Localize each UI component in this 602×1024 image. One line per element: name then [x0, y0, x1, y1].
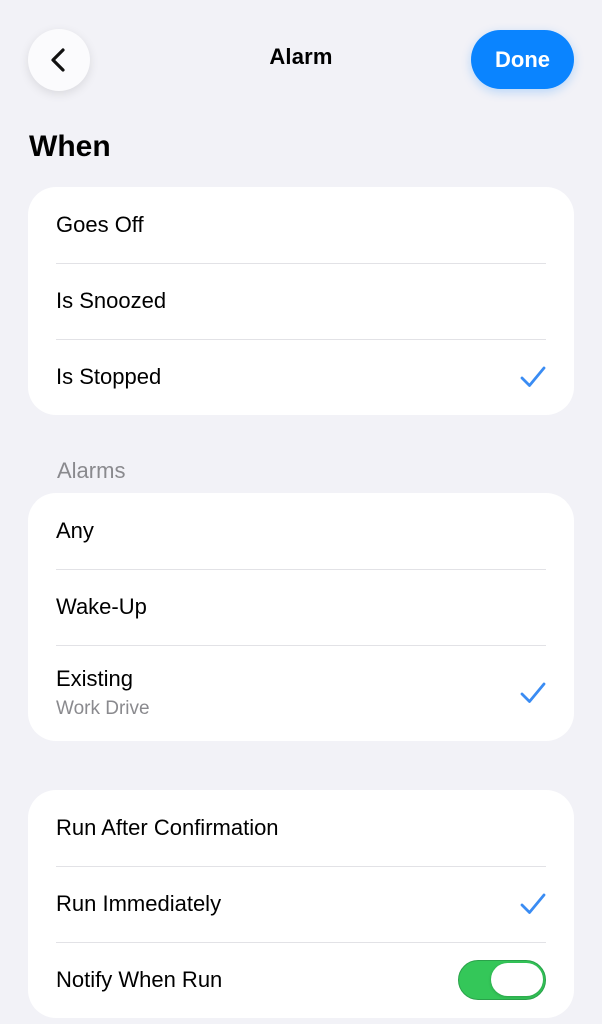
alarm-sheet: Alarm Done When Goes Off Is Snoozed Is S…: [0, 0, 602, 1024]
option-label: Run After Confirmation: [56, 815, 279, 840]
done-button[interactable]: Done: [471, 30, 574, 89]
option-is-stopped[interactable]: Is Stopped: [28, 339, 574, 415]
option-run-after-confirmation[interactable]: Run After Confirmation: [28, 790, 574, 866]
option-label: Existing: [56, 666, 134, 691]
toggle-knob: [491, 963, 543, 996]
option-any[interactable]: Any: [28, 493, 574, 569]
checkmark-icon: [520, 891, 546, 917]
when-options-card: Goes Off Is Snoozed Is Stopped: [28, 187, 574, 415]
option-goes-off[interactable]: Goes Off: [28, 187, 574, 263]
option-label: Run Immediately: [56, 891, 222, 916]
option-wake-up[interactable]: Wake-Up: [28, 569, 574, 645]
option-label: Is Snoozed: [56, 288, 167, 313]
run-options-card: Run After Confirmation Run Immediately N…: [28, 790, 574, 1018]
when-heading: When: [29, 130, 111, 163]
option-existing[interactable]: Existing Work Drive: [28, 645, 574, 741]
alarms-options-card: Any Wake-Up Existing Work Drive: [28, 493, 574, 741]
option-label: Any: [56, 518, 94, 543]
option-label: Wake-Up: [56, 594, 147, 619]
checkmark-icon: [520, 364, 546, 390]
checkmark-icon: [520, 680, 546, 706]
option-label: Is Stopped: [56, 364, 162, 389]
option-notify-when-run: Notify When Run: [28, 942, 574, 1018]
notify-toggle[interactable]: [458, 960, 546, 1000]
option-run-immediately[interactable]: Run Immediately: [28, 866, 574, 942]
option-is-snoozed[interactable]: Is Snoozed: [28, 263, 574, 339]
option-label: Goes Off: [56, 212, 144, 237]
option-sublabel: Work Drive: [56, 698, 150, 719]
alarms-section-label: Alarms: [57, 458, 126, 483]
option-label: Notify When Run: [56, 967, 223, 992]
